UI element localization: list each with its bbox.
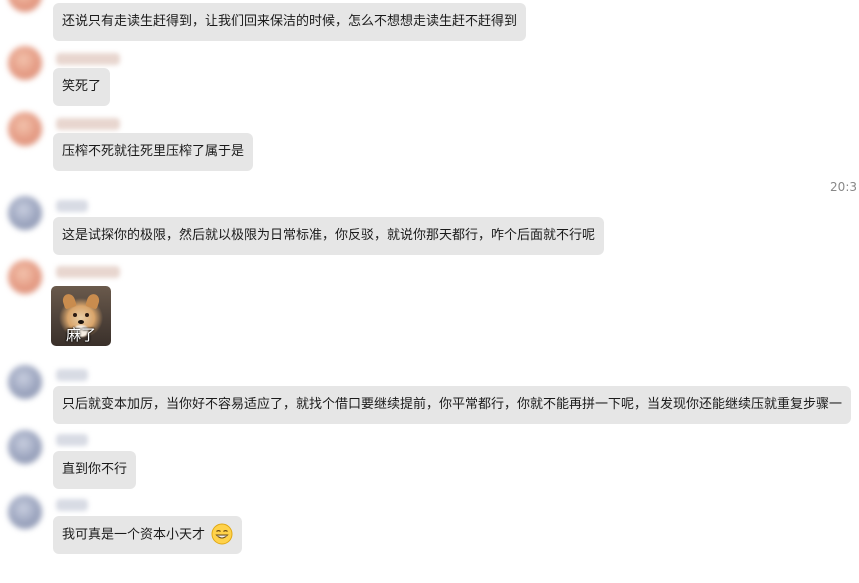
message-bubble[interactable]: 这是试探你的极限，然后就以极限为日常标准，你反驳，就说你那天都行，咋个后面就不行…	[53, 217, 605, 255]
message-bubble[interactable]: 还说只有走读生赶得到，让我们回来保洁的时候，怎么不想想走读生赶不赶得到	[53, 3, 527, 41]
dog-ear	[61, 292, 77, 310]
message-text: 笑死了	[62, 79, 102, 94]
message-text: 直到你不行	[62, 462, 128, 477]
sender-name-blurred	[56, 499, 88, 511]
message-text: 压榨不死就往死里压榨了属于是	[62, 144, 245, 159]
message-bubble[interactable]: 笑死了	[53, 68, 111, 106]
avatar[interactable]	[8, 112, 42, 146]
avatar[interactable]	[8, 196, 42, 230]
message-text: 这是试探你的极限，然后就以极限为日常标准，你反驳，就说你那天都行，咋个后面就不行…	[62, 228, 596, 243]
sender-name-blurred	[56, 118, 120, 130]
sender-name-blurred	[56, 369, 88, 381]
message-bubble[interactable]: 直到你不行	[53, 451, 137, 489]
dog-ear	[85, 292, 101, 310]
avatar[interactable]	[8, 46, 42, 80]
timestamp: 20:3	[830, 180, 857, 194]
sticker-caption: 麻了	[65, 326, 96, 344]
dog-eye	[73, 313, 77, 317]
avatar[interactable]	[8, 365, 42, 399]
message-bubble[interactable]: 压榨不死就往死里压榨了属于是	[53, 133, 254, 171]
avatar[interactable]	[8, 0, 42, 12]
sender-name-blurred	[56, 434, 88, 446]
avatar[interactable]	[8, 430, 42, 464]
message-bubble[interactable]: 只后就变本加厉，当你好不容易适应了，就找个借口要继续提前，你平常都行，你就不能再…	[53, 386, 852, 424]
avatar[interactable]	[8, 260, 42, 294]
message-bubble[interactable]: 我可真是一个资本小天才	[53, 516, 243, 554]
dog-eye	[85, 313, 89, 317]
sticker-image[interactable]: 麻了	[51, 286, 111, 346]
message-text: 只后就变本加厉，当你好不容易适应了，就找个借口要继续提前，你平常都行，你就不能再…	[62, 397, 843, 412]
sender-name-blurred	[56, 200, 88, 212]
sender-name-blurred	[56, 53, 120, 65]
message-text: 我可真是一个资本小天才	[62, 527, 206, 543]
sender-name-blurred	[56, 266, 120, 278]
message-text: 还说只有走读生赶得到，让我们回来保洁的时候，怎么不想想走读生赶不赶得到	[62, 14, 518, 29]
avatar[interactable]	[8, 495, 42, 529]
grinning-face-emoji	[211, 523, 233, 545]
